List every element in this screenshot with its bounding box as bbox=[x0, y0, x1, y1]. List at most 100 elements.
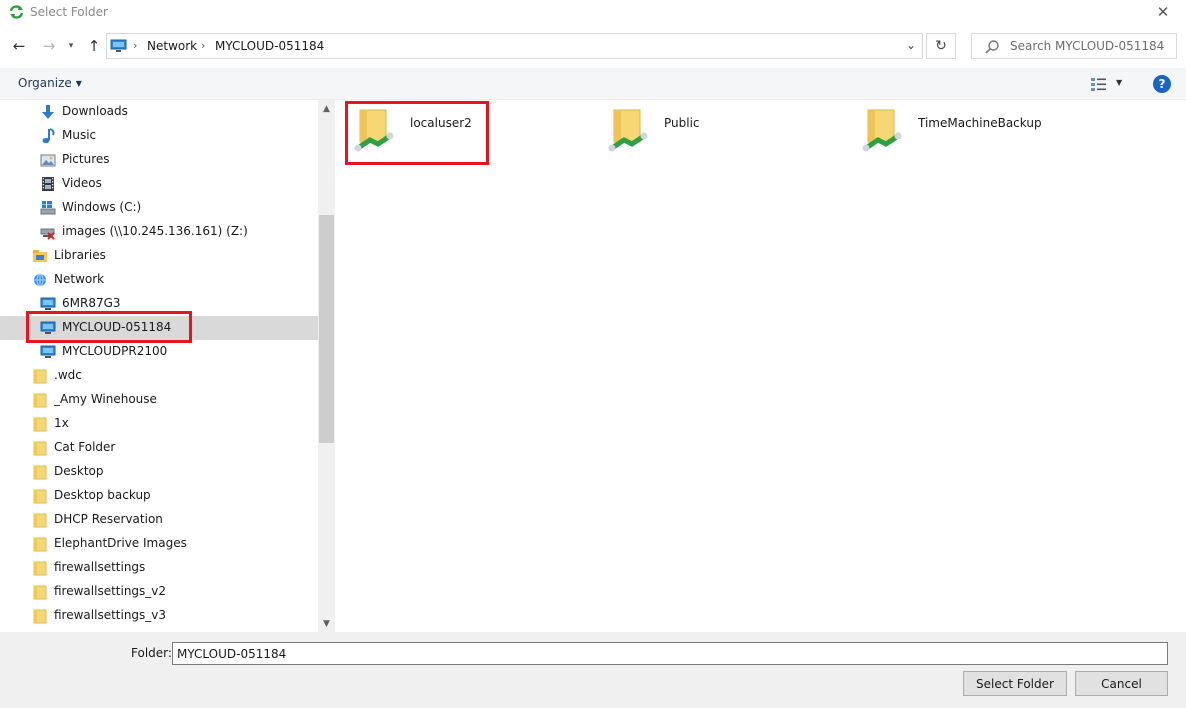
sidebar-item-label: Pictures bbox=[62, 152, 110, 166]
sidebar-item-label: firewallsettings_v3 bbox=[54, 608, 167, 622]
sidebar-item-firewallsettings-v3[interactable]: firewallsettings_v3 bbox=[0, 604, 318, 628]
content-pane: localuser2 Public TimeMachineBackup bbox=[336, 100, 1186, 632]
sidebar-item-videos[interactable]: Videos bbox=[0, 172, 318, 196]
computer-icon bbox=[40, 321, 56, 334]
sidebar-item-music[interactable]: Music bbox=[0, 124, 318, 148]
scroll-up-icon[interactable]: ▲ bbox=[318, 100, 335, 117]
sidebar-item-label: Videos bbox=[62, 176, 102, 190]
sidebar-item-mycloudpr2100[interactable]: MYCLOUDPR2100 bbox=[0, 340, 318, 364]
network-computer-icon bbox=[110, 39, 127, 52]
sidebar-item-label: Network bbox=[54, 272, 105, 286]
sidebar-item-mycloud-051184[interactable]: MYCLOUD-051184 bbox=[0, 316, 318, 340]
app-sync-icon bbox=[9, 5, 24, 19]
sidebar-item-label: .wdc bbox=[54, 368, 82, 382]
folder-icon bbox=[33, 585, 47, 600]
sidebar-item-cat-folder[interactable]: Cat Folder bbox=[0, 436, 318, 460]
sidebar-item-label: firewallsettings_v2 bbox=[54, 584, 167, 598]
folder-icon bbox=[33, 441, 47, 456]
address-dropdown-icon[interactable]: ⌄ bbox=[906, 38, 916, 52]
up-button[interactable]: ↑ bbox=[84, 36, 104, 56]
sidebar-item-label: _Amy Winehouse bbox=[54, 392, 157, 406]
breadcrumb-mycloud[interactable]: MYCLOUD-051184 bbox=[215, 39, 324, 53]
scrollbar-thumb[interactable] bbox=[319, 215, 334, 443]
windows-drive-icon bbox=[40, 201, 56, 215]
chevron-down-icon: ▼ bbox=[75, 79, 82, 88]
sidebar-item-label: Music bbox=[62, 128, 97, 142]
sidebar-item-desktop[interactable]: Desktop bbox=[0, 460, 318, 484]
sidebar-item-label: DHCP Reservation bbox=[54, 512, 163, 526]
folder-icon bbox=[33, 465, 47, 480]
search-box[interactable] bbox=[971, 33, 1177, 59]
arrow-left-icon: ← bbox=[12, 37, 26, 55]
sidebar-item-dhcp-reservation[interactable]: DHCP Reservation bbox=[0, 508, 318, 532]
arrow-up-icon: ↑ bbox=[87, 37, 101, 55]
shared-folder-icon bbox=[608, 109, 648, 152]
pictures-icon bbox=[40, 154, 56, 167]
content-item-label: TimeMachineBackup bbox=[918, 116, 1042, 130]
back-button[interactable]: ← bbox=[8, 36, 30, 56]
cancel-button[interactable]: Cancel bbox=[1075, 671, 1168, 696]
organize-label: Organize bbox=[18, 76, 72, 90]
sidebar-item-label: 6MR87G3 bbox=[62, 296, 121, 310]
search-input[interactable] bbox=[1010, 37, 1174, 55]
search-icon bbox=[985, 40, 999, 54]
content-item-public[interactable]: Public bbox=[590, 102, 830, 162]
refresh-icon: ↻ bbox=[935, 38, 947, 54]
sidebar-item-downloads[interactable]: Downloads bbox=[0, 100, 318, 124]
scroll-down-icon[interactable]: ▼ bbox=[318, 615, 335, 632]
sidebar-item-desktop-backup[interactable]: Desktop backup bbox=[0, 484, 318, 508]
sidebar-item-label: Windows (C:) bbox=[62, 200, 142, 214]
sidebar-item-amy-winehouse[interactable]: _Amy Winehouse bbox=[0, 388, 318, 412]
sidebar-item-label: Desktop bbox=[54, 464, 104, 478]
navigation-pane-scrollbar[interactable]: ▲ ▼ bbox=[318, 100, 335, 632]
close-button[interactable]: ✕ bbox=[1140, 0, 1186, 24]
help-icon[interactable]: ? bbox=[1153, 75, 1171, 93]
refresh-button[interactable]: ↻ bbox=[926, 33, 956, 59]
sidebar-item-6mr87g3[interactable]: 6MR87G3 bbox=[0, 292, 318, 316]
arrow-right-icon: → bbox=[42, 37, 56, 55]
view-dropdown-icon[interactable]: ▼ bbox=[1116, 78, 1122, 87]
navigation-bar: ← → ▾ ↑ › Network › MYCLOUD-051184 ⌄ ↻ bbox=[0, 24, 1186, 68]
chevron-down-icon: ▾ bbox=[68, 41, 74, 51]
change-view-icon[interactable] bbox=[1090, 76, 1108, 92]
organize-button[interactable]: Organize ▼ bbox=[18, 76, 82, 90]
folder-icon bbox=[33, 561, 47, 576]
breadcrumb-separator-icon: › bbox=[133, 39, 138, 52]
sidebar-item-libraries[interactable]: Libraries bbox=[0, 244, 318, 268]
folder-name-input[interactable] bbox=[172, 642, 1168, 665]
sidebar-item-1x[interactable]: 1x bbox=[0, 412, 318, 436]
libraries-icon bbox=[33, 250, 47, 262]
sidebar-item-label: Downloads bbox=[62, 104, 128, 118]
sidebar-item-label: MYCLOUDPR2100 bbox=[62, 344, 168, 358]
sidebar-item-windows-c[interactable]: Windows (C:) bbox=[0, 196, 318, 220]
sidebar-item-firewallsettings-v2[interactable]: firewallsettings_v2 bbox=[0, 580, 318, 604]
select-folder-button[interactable]: Select Folder bbox=[963, 671, 1067, 696]
folder-icon bbox=[33, 513, 47, 528]
sidebar-item-firewallsettings[interactable]: firewallsettings bbox=[0, 556, 318, 580]
sidebar-item-elephantdrive-images[interactable]: ElephantDrive Images bbox=[0, 532, 318, 556]
content-item-label: Public bbox=[664, 116, 700, 130]
breadcrumb-separator-icon: › bbox=[201, 39, 206, 52]
sidebar-item-label: Cat Folder bbox=[54, 440, 116, 454]
network-icon bbox=[34, 273, 46, 287]
content-item-timemachinebackup[interactable]: TimeMachineBackup bbox=[844, 102, 1084, 162]
forward-button[interactable]: → bbox=[38, 36, 60, 56]
command-bar: Organize ▼ ▼ ? bbox=[0, 68, 1186, 100]
sidebar-item-network[interactable]: Network bbox=[0, 268, 318, 292]
computer-icon bbox=[40, 297, 56, 310]
folder-icon bbox=[33, 489, 47, 504]
address-bar[interactable]: › Network › MYCLOUD-051184 ⌄ bbox=[106, 33, 923, 59]
content-item-localuser2[interactable]: localuser2 bbox=[336, 102, 576, 162]
music-note-icon bbox=[42, 128, 55, 144]
shared-folder-icon bbox=[354, 109, 394, 152]
folder-icon bbox=[33, 609, 47, 624]
recent-locations-button[interactable]: ▾ bbox=[64, 36, 78, 56]
sidebar-item-images-z[interactable]: images (\\10.245.136.161) (Z:) bbox=[0, 220, 318, 244]
sidebar-item-pictures[interactable]: Pictures bbox=[0, 148, 318, 172]
computer-icon bbox=[40, 345, 56, 358]
title-bar: Select Folder ✕ bbox=[0, 0, 1186, 24]
content-item-label: localuser2 bbox=[410, 116, 472, 130]
sidebar-item-wdc[interactable]: .wdc bbox=[0, 364, 318, 388]
breadcrumb-network[interactable]: Network bbox=[147, 39, 197, 53]
dialog-footer: Folder: Select Folder Cancel bbox=[0, 632, 1186, 708]
